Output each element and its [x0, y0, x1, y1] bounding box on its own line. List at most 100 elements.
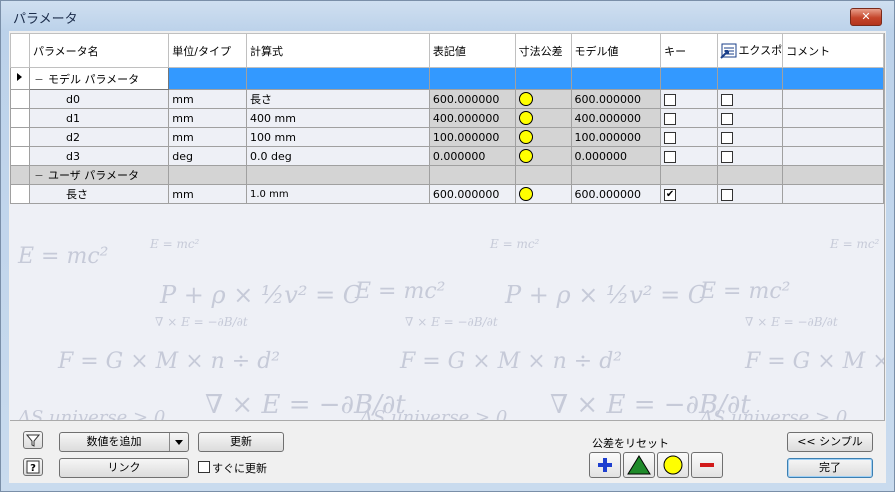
param-name[interactable]: d1: [66, 112, 80, 125]
col-header-unit[interactable]: 単位/タイプ: [168, 33, 247, 68]
background-formula: ∇ × E = −∂B/∂t: [745, 315, 838, 329]
background-formula: F = G × M × n ÷ d²: [399, 349, 622, 374]
tree-collapse-icon[interactable]: −: [31, 169, 48, 182]
key-checkbox[interactable]: [664, 131, 677, 144]
background-formula: ΔS universe > 0: [359, 407, 507, 420]
param-nominal: 600.000000: [428, 89, 516, 109]
tolerance-nominal-icon[interactable]: [518, 149, 533, 163]
key-checkbox[interactable]: [664, 93, 677, 106]
param-comment[interactable]: [782, 89, 884, 109]
param-nominal: 0.000000: [428, 146, 516, 166]
parameter-table: パラメータ名 単位/タイプ 計算式 表記値 寸法公差 モデル値 キー エクスポ …: [10, 33, 884, 204]
add-value-dropdown[interactable]: [169, 433, 188, 451]
param-comment[interactable]: [782, 108, 884, 128]
col-header-tolerance[interactable]: 寸法公差: [514, 33, 572, 68]
header-row: パラメータ名 単位/タイプ 計算式 表記値 寸法公差 モデル値 キー エクスポ …: [10, 33, 884, 68]
update-button[interactable]: 更新: [198, 432, 284, 452]
export-checkbox[interactable]: [721, 150, 734, 163]
tree-collapse-icon[interactable]: −: [31, 73, 48, 86]
done-button[interactable]: 完了: [787, 458, 873, 478]
param-formula[interactable]: 長さ: [246, 89, 430, 109]
dialog-client: E = mc² P + ρ × ½v² = CE = mc² P + ρ × ½v²…: [9, 31, 886, 483]
col-header-key[interactable]: キー: [660, 33, 719, 68]
filter-button[interactable]: [23, 431, 43, 449]
col-header-model-value[interactable]: モデル値: [570, 33, 662, 68]
help-button[interactable]: ?: [23, 458, 43, 476]
tolerance-nominal-icon[interactable]: [518, 187, 533, 201]
group-name-model: モデル パラメータ: [48, 72, 140, 86]
export-checkbox[interactable]: [721, 93, 734, 106]
background-formula: E = mc²: [149, 237, 200, 251]
triangle-icon: [627, 455, 651, 475]
key-checkbox[interactable]: ✔: [664, 188, 677, 201]
param-name[interactable]: d0: [66, 93, 80, 106]
background-formula: E = mc²: [489, 237, 540, 251]
key-checkbox[interactable]: [664, 150, 677, 163]
param-name[interactable]: d3: [66, 150, 80, 163]
tolerance-upper-button[interactable]: [589, 452, 621, 478]
param-name[interactable]: d2: [66, 131, 80, 144]
tolerance-nominal-icon[interactable]: [518, 92, 533, 106]
export-checkbox[interactable]: [721, 188, 734, 201]
chevron-down-icon: [175, 440, 183, 445]
add-value-label: 数値を追加: [86, 435, 142, 448]
param-unit[interactable]: mm: [168, 108, 247, 128]
param-nominal: 100.000000: [428, 127, 516, 147]
col-header-export[interactable]: エクスポ: [717, 33, 784, 68]
row-pointer-icon: [17, 73, 22, 81]
key-checkbox[interactable]: [664, 112, 677, 125]
param-formula[interactable]: 100 mm: [246, 127, 430, 147]
background-formula: ∇ × E = −∂B/∂t: [405, 315, 498, 329]
param-formula[interactable]: 0.0 deg: [246, 146, 430, 166]
param-comment[interactable]: [782, 127, 884, 147]
param-name[interactable]: 長さ: [66, 188, 88, 201]
export-checkbox[interactable]: [721, 131, 734, 144]
col-header-comment[interactable]: コメント: [782, 33, 884, 68]
param-model-value: 600.000000: [570, 89, 662, 109]
background-formula: E = mc²: [17, 244, 108, 269]
param-comment[interactable]: [782, 184, 884, 204]
export-checkbox[interactable]: [721, 112, 734, 125]
param-formula[interactable]: 1.0 mm: [246, 184, 430, 204]
background-formula: F = G × M × n ÷ d²: [744, 349, 884, 374]
tolerance-median-button[interactable]: [623, 452, 655, 478]
parameter-grid: E = mc² P + ρ × ½v² = CE = mc² P + ρ × ½v²…: [10, 33, 885, 421]
close-button[interactable]: ✕: [850, 8, 882, 26]
param-nominal[interactable]: 600.000000: [428, 184, 516, 204]
tolerance-nominal-icon[interactable]: [518, 111, 533, 125]
link-button[interactable]: リンク: [59, 458, 189, 478]
param-model-value: 400.000000: [570, 108, 662, 128]
simple-button[interactable]: << シンプル: [787, 432, 873, 452]
add-value-button[interactable]: 数値を追加: [59, 432, 189, 452]
param-unit[interactable]: deg: [168, 146, 247, 166]
background-formula: E = mc²: [829, 237, 880, 251]
tolerance-nominal-button[interactable]: [657, 452, 689, 478]
col-header-name[interactable]: パラメータ名: [28, 33, 170, 68]
table-row[interactable]: d0 mm 長さ 600.000000 600.000000: [10, 89, 884, 109]
param-formula[interactable]: 400 mm: [246, 108, 430, 128]
table-row[interactable]: d2 mm 100 mm 100.000000 100.000000: [10, 127, 884, 147]
group-row-model[interactable]: − モデル パラメータ: [10, 67, 884, 90]
group-row-user[interactable]: − ユーザ パラメータ: [10, 165, 884, 185]
col-header-formula[interactable]: 計算式: [246, 33, 430, 68]
background-formula: F = G × M × n ÷ d²: [57, 349, 280, 374]
param-unit[interactable]: mm: [168, 127, 247, 147]
background-formula: ΔS universe > 0: [17, 407, 165, 420]
col-header-nominal[interactable]: 表記値: [428, 33, 516, 68]
background-formula: P + ρ × ½v² = C: [504, 281, 706, 309]
table-row[interactable]: 長さ mm 1.0 mm 600.000000 600.000000 ✔: [10, 184, 884, 204]
background-formula: E = mc²: [354, 279, 445, 304]
param-unit[interactable]: mm: [168, 184, 247, 204]
immediate-update-checkbox[interactable]: [198, 461, 210, 473]
param-unit[interactable]: mm: [168, 89, 247, 109]
svg-text:?: ?: [30, 463, 36, 474]
tolerance-nominal-icon[interactable]: [518, 130, 533, 144]
table-row[interactable]: d1 mm 400 mm 400.000000 400.000000: [10, 108, 884, 128]
help-icon: ?: [26, 460, 40, 474]
table-row[interactable]: d3 deg 0.0 deg 0.000000 0.000000: [10, 146, 884, 166]
tolerance-lower-button[interactable]: [691, 452, 723, 478]
param-comment[interactable]: [782, 146, 884, 166]
background-formula: ΔS universe > 0: [699, 407, 847, 420]
title-bar: パラメータ ✕: [1, 1, 894, 31]
immediate-update-label: すぐに更新: [212, 462, 267, 475]
